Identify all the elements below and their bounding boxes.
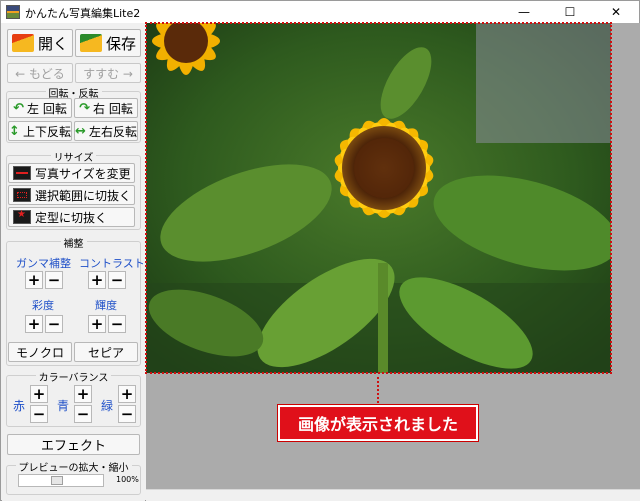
crop-selection-button[interactable]: 選択範囲に切抜く — [8, 185, 135, 205]
saturation-minus-button[interactable]: − — [45, 315, 63, 333]
crop-selection-label: 選択範囲に切抜く — [35, 188, 132, 203]
window-title: かんたん写真編集Lite2 — [25, 7, 141, 20]
rotate-right-button[interactable]: ↷ 右 回転 — [74, 98, 138, 118]
maximize-button[interactable]: ☐ — [547, 1, 593, 23]
forward-button[interactable]: すすむ → — [75, 63, 141, 83]
save-label: 保存 — [105, 34, 136, 53]
flip-vertical-button[interactable]: ↕ 上下反転 — [8, 121, 72, 141]
red-plus-button[interactable]: + — [30, 385, 48, 403]
back-button[interactable]: ← もどる — [7, 63, 73, 83]
gamma-label: ガンマ補整 — [16, 257, 71, 270]
green-minus-button[interactable]: − — [74, 405, 92, 423]
flip-horizontal-label: 左右反転 — [88, 124, 137, 139]
saturation-plus-button[interactable]: + — [25, 315, 43, 333]
green-label: 青 — [57, 399, 70, 413]
open-label: 開く — [37, 34, 68, 53]
title-bar: かんたん写真編集Lite2 — ☐ ✕ — [1, 1, 639, 23]
flip-vertical-label: 上下反転 — [22, 124, 71, 139]
contrast-minus-button[interactable]: − — [108, 271, 126, 289]
status-callout: 画像が表示されました — [278, 405, 478, 441]
crop-selection-icon — [13, 188, 31, 202]
change-size-button[interactable]: 写真サイズを変更 — [8, 163, 135, 183]
color-balance-title: カラーバランス — [35, 373, 112, 384]
sepia-button[interactable]: セピア — [74, 342, 138, 362]
rotate-left-label: 左 回転 — [27, 101, 67, 116]
rotate-left-icon: ↶ — [13, 100, 25, 116]
selection-outline — [145, 22, 612, 374]
brightness-plus-button[interactable]: + — [88, 315, 106, 333]
sidebar: 開く 保存 ← もどる すすむ → 回転・反転 ↶ 左 回転 ↷ 右 回転 ↕ … — [2, 23, 145, 501]
blue-label: 緑 — [101, 399, 114, 413]
rotate-right-label: 右 回転 — [93, 101, 133, 116]
contrast-label: コントラスト — [79, 257, 145, 270]
blue-minus-button[interactable]: − — [118, 405, 136, 423]
close-button[interactable]: ✕ — [593, 1, 639, 23]
adjust-group-title: 補整 — [60, 239, 87, 250]
zoom-group-title: プレビューの拡大・縮小 — [15, 463, 132, 474]
red-label: 赤 — [13, 399, 26, 413]
brightness-label: 輝度 — [95, 299, 117, 312]
flip-horizontal-icon: ↔ — [75, 123, 86, 139]
horizontal-scrollbar[interactable] — [146, 489, 640, 501]
flip-vertical-icon: ↕ — [9, 123, 20, 139]
star-crop-icon — [13, 209, 31, 224]
gamma-plus-button[interactable]: + — [25, 271, 43, 289]
resize-icon — [13, 166, 31, 180]
zoom-slider-thumb[interactable] — [51, 476, 63, 485]
crop-fixed-button[interactable]: 定型に切抜く — [8, 207, 135, 227]
gamma-minus-button[interactable]: − — [45, 271, 63, 289]
callout-pointer — [377, 377, 379, 407]
open-folder-icon — [11, 34, 34, 52]
minimize-button[interactable]: — — [501, 1, 547, 23]
rotate-right-icon: ↷ — [79, 100, 91, 116]
saturation-label: 彩度 — [32, 299, 54, 312]
rotate-left-button[interactable]: ↶ 左 回転 — [8, 98, 72, 118]
crop-fixed-label: 定型に切抜く — [35, 210, 108, 225]
app-icon — [6, 5, 20, 19]
app-window: かんたん写真編集Lite2 — ☐ ✕ 開く 保存 ← もどる すすむ → 回転… — [0, 0, 640, 501]
save-icon — [79, 34, 102, 52]
flip-horizontal-button[interactable]: ↔ 左右反転 — [74, 121, 138, 141]
zoom-slider[interactable] — [18, 474, 104, 487]
mono-button[interactable]: モノクロ — [8, 342, 72, 362]
red-minus-button[interactable]: − — [30, 405, 48, 423]
effect-button[interactable]: エフェクト — [7, 434, 140, 455]
open-button[interactable]: 開く — [7, 29, 73, 57]
zoom-value: 100% — [116, 475, 139, 484]
brightness-minus-button[interactable]: − — [108, 315, 126, 333]
change-size-label: 写真サイズを変更 — [35, 166, 131, 181]
green-plus-button[interactable]: + — [74, 385, 92, 403]
blue-plus-button[interactable]: + — [118, 385, 136, 403]
save-button[interactable]: 保存 — [75, 29, 141, 57]
contrast-plus-button[interactable]: + — [88, 271, 106, 289]
